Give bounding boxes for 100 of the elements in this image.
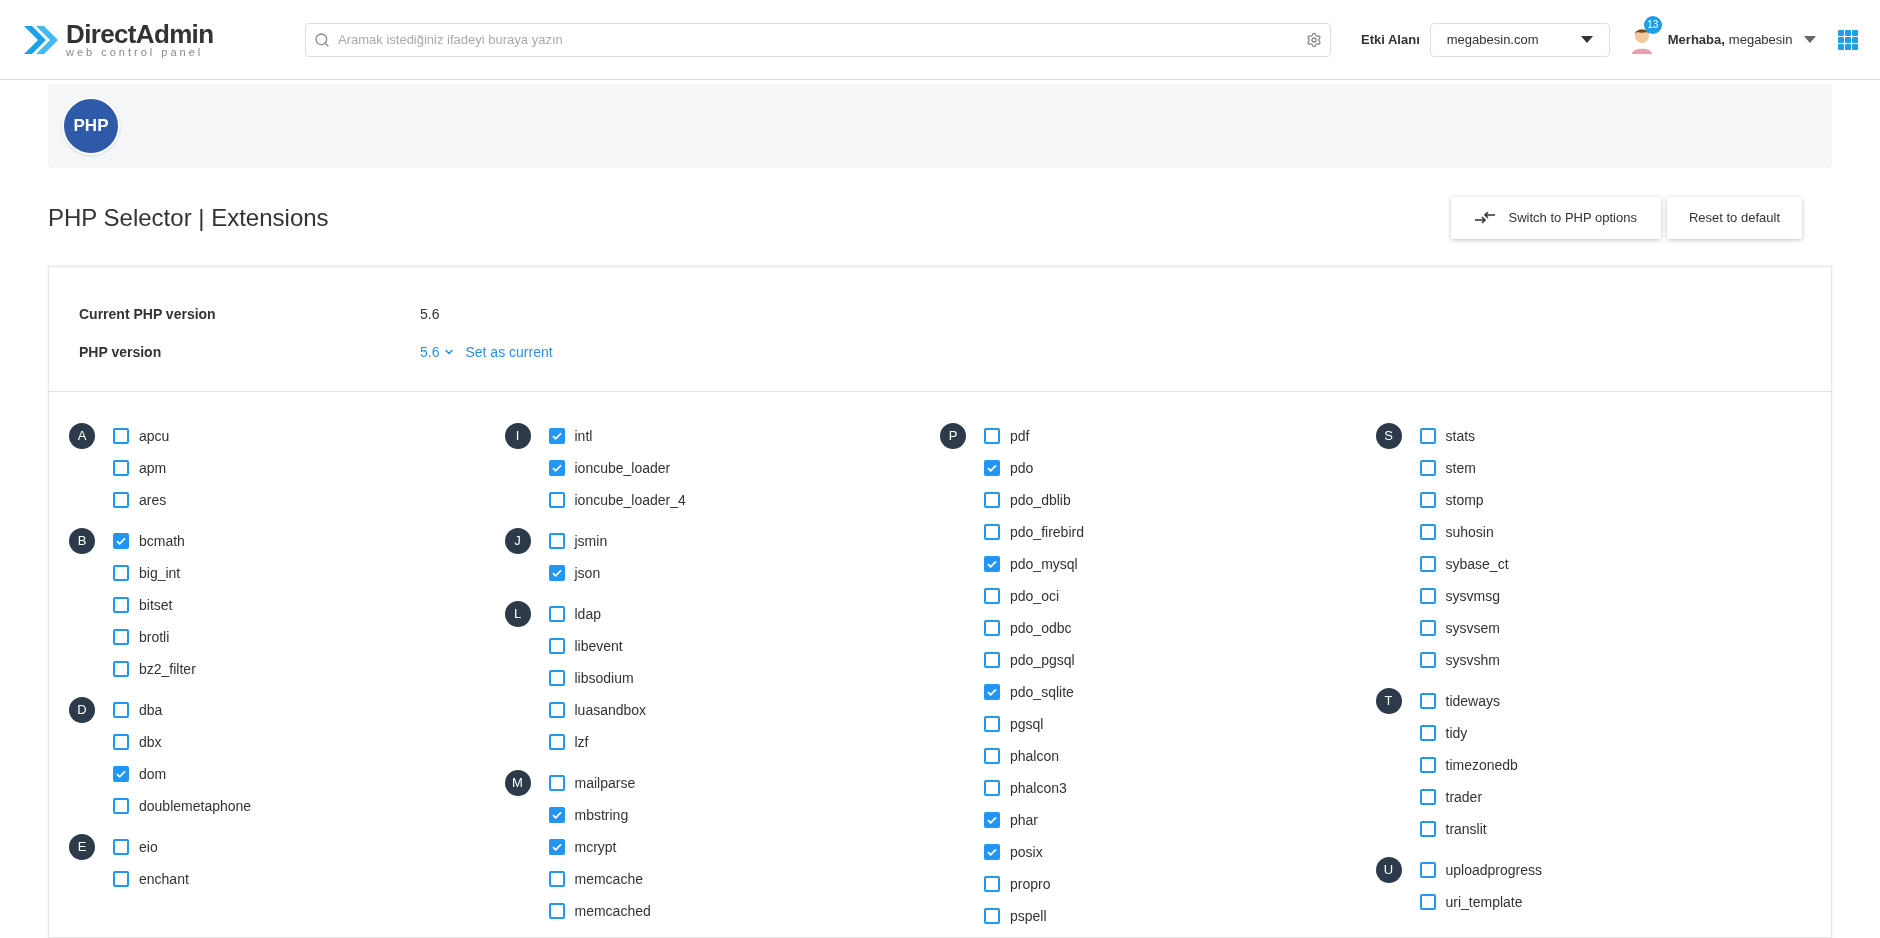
apps-grid-icon[interactable] [1838, 29, 1859, 50]
extension-label: tidy [1445, 723, 1468, 743]
search-input[interactable]: Aramak istediğiniz ifadeyi buraya yazın [338, 29, 1298, 50]
checkbox[interactable] [113, 871, 129, 887]
extension-label: timezonedb [1445, 755, 1518, 775]
settings-icon[interactable] [1306, 31, 1322, 48]
logo-name: DirectAdmin [66, 21, 214, 47]
checkbox[interactable] [113, 460, 129, 476]
checkbox[interactable] [1419, 524, 1436, 540]
current-version-label: Current PHP version [79, 304, 217, 324]
search-field[interactable]: Aramak istediğiniz ifadeyi buraya yazın [305, 22, 1331, 57]
extension-label: ares [139, 490, 167, 510]
checkbox[interactable] [548, 734, 565, 750]
extension-label: pdo_pgsql [1010, 650, 1075, 670]
checkbox[interactable] [984, 684, 1000, 700]
checkbox[interactable] [548, 606, 565, 622]
checkbox[interactable] [1419, 460, 1436, 476]
checkbox[interactable] [548, 871, 565, 887]
checkbox[interactable] [984, 716, 1000, 732]
checkbox[interactable] [548, 903, 565, 919]
checkbox[interactable] [1419, 862, 1436, 878]
extension-label: luasandbox [574, 700, 647, 720]
extension-label: apm [139, 458, 167, 478]
extension-label: mbstring [574, 805, 629, 825]
checkbox[interactable] [113, 766, 129, 782]
checkbox[interactable] [1419, 894, 1436, 910]
checkbox[interactable] [984, 492, 1000, 508]
letter-badge: S [1375, 423, 1402, 449]
extension-label: pdo_firebird [1010, 522, 1084, 542]
extension-label: phar [1010, 810, 1039, 830]
letter-badge: U [1375, 857, 1402, 883]
checkbox[interactable] [984, 748, 1000, 764]
checkmark-icon [550, 430, 563, 442]
checkmark-icon [550, 841, 563, 853]
username[interactable]: megabesin [1728, 29, 1793, 50]
letter-badge: P [940, 423, 966, 449]
checkbox[interactable] [984, 460, 1000, 476]
checkbox[interactable] [984, 812, 1000, 828]
domain-select[interactable]: megabesin.com [1429, 22, 1610, 57]
extension-label: uploadprogress [1445, 860, 1542, 880]
checkbox[interactable] [1419, 588, 1436, 604]
checkbox[interactable] [984, 620, 1000, 636]
checkbox[interactable] [113, 702, 129, 718]
checkbox[interactable] [113, 629, 129, 645]
checkbox[interactable] [113, 661, 129, 677]
checkbox[interactable] [1419, 620, 1436, 636]
checkbox[interactable] [113, 798, 129, 814]
checkbox[interactable] [1419, 821, 1436, 837]
checkbox[interactable] [548, 670, 565, 686]
extension-label: phalcon3 [1010, 778, 1067, 798]
switch-options-button[interactable]: Switch to PHP options [1450, 197, 1661, 239]
checkbox[interactable] [113, 492, 129, 508]
checkbox[interactable] [1419, 693, 1436, 709]
checkbox[interactable] [548, 638, 565, 654]
checkbox[interactable] [113, 533, 129, 549]
checkbox[interactable] [548, 565, 565, 581]
checkbox[interactable] [113, 428, 129, 444]
checkbox[interactable] [984, 588, 1000, 604]
letter-badge: J [504, 528, 531, 554]
checkbox[interactable] [548, 807, 565, 823]
checkbox[interactable] [548, 460, 565, 476]
checkbox[interactable] [984, 524, 1000, 540]
checkbox[interactable] [548, 428, 565, 444]
checkbox[interactable] [984, 908, 1000, 924]
set-current-link[interactable]: Set as current [465, 341, 553, 363]
checkbox[interactable] [548, 775, 565, 791]
checkbox[interactable] [984, 652, 1000, 668]
checkbox[interactable] [984, 556, 1000, 572]
reset-button[interactable]: Reset to default [1666, 197, 1802, 239]
extension-label: translit [1445, 819, 1487, 839]
checkbox[interactable] [984, 876, 1000, 892]
checkbox[interactable] [113, 839, 129, 855]
caret-icon [1580, 36, 1593, 43]
notification-badge: 13 [1643, 15, 1662, 34]
checkbox[interactable] [113, 565, 129, 581]
checkbox[interactable] [984, 780, 1000, 796]
version-label: PHP version [79, 342, 163, 362]
letter-badge: I [504, 423, 531, 449]
checkbox[interactable] [1419, 757, 1436, 773]
letter-badge: D [69, 697, 95, 723]
caret-icon[interactable] [1804, 36, 1817, 43]
checkbox[interactable] [113, 597, 129, 613]
checkbox[interactable] [548, 839, 565, 855]
checkbox[interactable] [1419, 492, 1436, 508]
checkbox[interactable] [1419, 556, 1436, 572]
version-dropdown[interactable]: 5.6 [420, 341, 456, 363]
checkbox[interactable] [1419, 725, 1436, 741]
extension-label: jsmin [574, 531, 608, 551]
extension-label: trader [1445, 787, 1483, 807]
checkbox[interactable] [548, 492, 565, 508]
checkbox[interactable] [548, 702, 565, 718]
extension-label: bitset [139, 595, 173, 615]
checkbox[interactable] [548, 533, 565, 549]
checkbox[interactable] [1419, 652, 1436, 668]
checkbox[interactable] [1419, 789, 1436, 805]
checkbox[interactable] [984, 428, 1000, 444]
checkbox[interactable] [1419, 428, 1436, 444]
checkbox[interactable] [113, 734, 129, 750]
extension-label: propro [1010, 874, 1051, 894]
checkbox[interactable] [984, 844, 1000, 860]
